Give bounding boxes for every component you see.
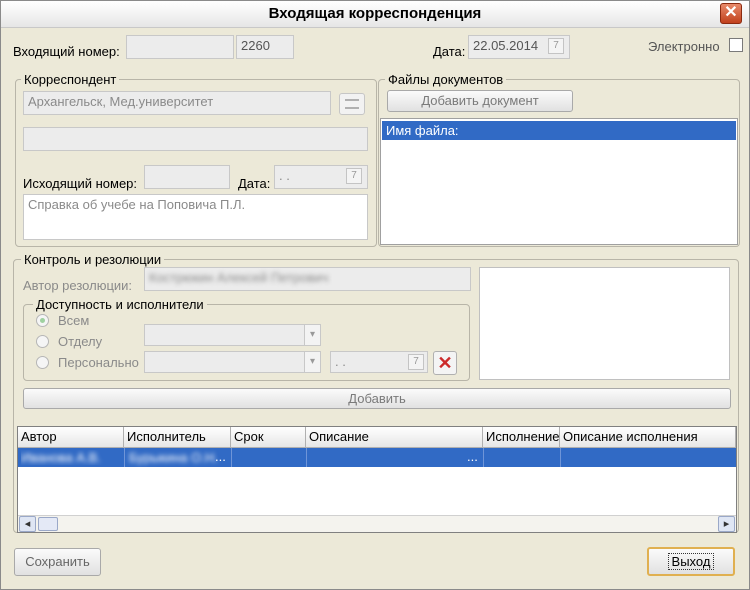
resolution-text-area[interactable] bbox=[479, 267, 730, 380]
scroll-left-button[interactable]: ◂ bbox=[19, 516, 36, 532]
outgoing-number-label: Исходящий номер: bbox=[23, 176, 138, 191]
close-button[interactable]: ✕ bbox=[720, 3, 742, 24]
access-legend: Доступность и исполнители bbox=[33, 297, 207, 312]
electronic-checkbox[interactable] bbox=[729, 38, 743, 52]
list-icon bbox=[345, 99, 359, 109]
resolution-author-label: Автор резолюции: bbox=[23, 278, 133, 293]
window-title: Входящая корреспонденция bbox=[268, 5, 482, 22]
radio-department-label: Отделу bbox=[58, 334, 103, 349]
calendar-icon[interactable]: 7 bbox=[408, 354, 424, 370]
column-author[interactable]: Автор bbox=[18, 427, 124, 447]
scroll-right-icon: ▸ bbox=[723, 518, 730, 530]
files-legend: Файлы документов bbox=[385, 72, 507, 87]
radio-personal-label: Персонально bbox=[58, 355, 139, 370]
department-select[interactable]: ▾ bbox=[144, 324, 321, 346]
incoming-prefix-field[interactable] bbox=[126, 35, 234, 59]
incoming-number-field[interactable]: 2260 bbox=[236, 35, 294, 59]
radio-department[interactable] bbox=[36, 335, 49, 348]
table-row[interactable]: Иванова А.В. Бурыкина О.Н. ... ... bbox=[18, 448, 736, 467]
outgoing-number-field[interactable] bbox=[144, 165, 230, 189]
radio-all[interactable] bbox=[36, 314, 49, 327]
personal-select[interactable]: ▾ bbox=[144, 351, 321, 373]
scroll-left-icon: ◂ bbox=[24, 518, 31, 530]
save-button[interactable]: Сохранить bbox=[14, 548, 101, 576]
resolution-author-field[interactable]: Кострюкин Алексей Петрович bbox=[144, 267, 471, 291]
radio-all-label: Всем bbox=[58, 313, 90, 328]
add-resolution-button[interactable]: Добавить bbox=[23, 388, 731, 409]
exit-button-label: Выход bbox=[667, 553, 715, 570]
column-executor[interactable]: Исполнитель bbox=[124, 427, 231, 447]
correspondent-name-field[interactable]: Архангельск, Мед.университет bbox=[23, 91, 331, 115]
resolutions-table: Автор Исполнитель Срок Описание Исполнен… bbox=[17, 426, 737, 533]
exit-button[interactable]: Выход bbox=[647, 547, 735, 576]
column-execution[interactable]: Исполнение bbox=[483, 427, 560, 447]
table-header: Автор Исполнитель Срок Описание Исполнен… bbox=[18, 427, 736, 448]
dropdown-arrow-icon[interactable]: ▾ bbox=[304, 325, 320, 345]
cell-term bbox=[231, 448, 306, 467]
cell-execution-description bbox=[560, 448, 736, 467]
calendar-icon[interactable]: 7 bbox=[548, 38, 564, 54]
column-description[interactable]: Описание bbox=[306, 427, 483, 447]
outgoing-date-label: Дата: bbox=[238, 176, 271, 191]
files-list[interactable]: Имя файла: bbox=[380, 118, 738, 245]
add-document-button[interactable]: Добавить документ bbox=[387, 90, 573, 112]
delete-button[interactable]: ✕ bbox=[433, 351, 457, 375]
date-label: Дата: bbox=[433, 44, 466, 59]
resolution-author-value: Кострюкин Алексей Петрович bbox=[149, 270, 329, 285]
electronic-label: Электронно bbox=[648, 39, 720, 54]
correspondent-description-field[interactable]: Справка об учебе на Поповича П.Л. bbox=[23, 194, 368, 240]
correspondent-legend: Корреспондент bbox=[21, 72, 120, 87]
delete-icon: ✕ bbox=[437, 353, 453, 373]
radio-personal[interactable] bbox=[36, 356, 49, 369]
dropdown-arrow-icon[interactable]: ▾ bbox=[304, 352, 320, 372]
cell-executor: Бурыкина О.Н. ... bbox=[124, 448, 231, 467]
column-term[interactable]: Срок bbox=[231, 427, 306, 447]
scroll-thumb[interactable] bbox=[38, 517, 58, 531]
correspondent-list-button[interactable] bbox=[339, 93, 365, 115]
correspondent-address-field[interactable] bbox=[23, 127, 368, 151]
horizontal-scrollbar[interactable]: ◂ ▸ bbox=[18, 515, 736, 532]
calendar-icon[interactable]: 7 bbox=[346, 168, 362, 184]
cell-author: Иванова А.В. bbox=[21, 450, 101, 465]
dialog-window: Входящая корреспонденция ✕ Входящий номе… bbox=[0, 0, 750, 590]
description-text: Справка об учебе на Поповича П.Л. bbox=[28, 197, 246, 212]
close-icon: ✕ bbox=[724, 4, 738, 21]
title-bar[interactable]: Входящая корреспонденция ✕ bbox=[1, 1, 749, 28]
cell-execution bbox=[483, 448, 560, 467]
incoming-number-label: Входящий номер: bbox=[13, 44, 120, 59]
scroll-right-button[interactable]: ▸ bbox=[718, 516, 735, 532]
files-list-header[interactable]: Имя файла: bbox=[382, 121, 736, 140]
control-legend: Контроль и резолюции bbox=[21, 252, 165, 267]
cell-description: ... bbox=[306, 448, 483, 467]
column-execution-description[interactable]: Описание исполнения bbox=[560, 427, 736, 447]
